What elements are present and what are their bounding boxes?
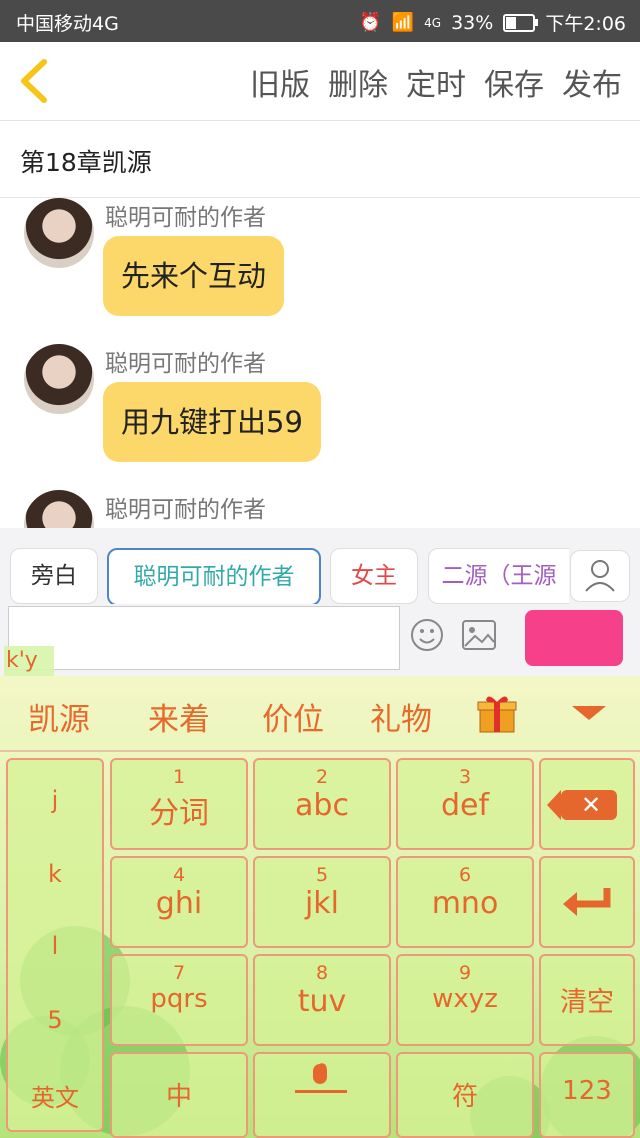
chapter-title: 第18章凯源 [20,148,152,177]
role-heroine[interactable]: 女主 [330,548,418,604]
battery-icon [503,13,539,32]
status-bar: 中国移动4G ⏰ 📶 4G 33% 下午2:06 [0,0,640,42]
message-sender: 聪明可耐的作者 [105,351,266,377]
symbol-key[interactable]: 符 [396,1052,534,1138]
key-label: 分词 [149,796,209,831]
backspace-icon: ✕ [547,790,617,820]
key-label: 123 [562,1076,612,1106]
status-right: ⏰ 📶 4G 33% 下午2:06 [359,9,626,36]
enter-key[interactable] [539,856,635,948]
publish-button[interactable]: 发布 [562,60,622,104]
role-narrator[interactable]: 旁白 [10,548,98,604]
key-5[interactable]: 5 jkl [253,856,391,948]
wifi-icon: 📶 [391,12,415,33]
key-number: 1 [172,766,186,788]
send-button[interactable] [525,610,623,666]
key-number: 7 [172,962,186,984]
chat-area: 聪明可耐的作者 先来个互动 聪明可耐的作者 用九键打出59 聪明可耐的作者 [0,198,640,528]
alarm-icon: ⏰ [359,12,382,33]
message-sender: 聪明可耐的作者 [105,205,266,231]
pinyin-composition: k'y [4,646,54,676]
message-bubble[interactable]: 先来个互动 [103,236,285,316]
backspace-symbol: ✕ [581,791,602,819]
network-label: 4G [424,15,442,30]
image-icon[interactable] [462,620,496,650]
side-candidates: j k l 5 英文 [6,758,104,1132]
key-label: jkl [304,886,340,921]
candidate[interactable]: 凯源 [28,694,90,739]
key-number: 2 [315,766,329,788]
candidate[interactable]: 礼物 [370,694,432,739]
carrier-label: 中国移动4G [16,13,119,35]
input-row [0,604,640,676]
side-letter[interactable]: k [8,860,102,888]
key-label: mno [431,886,499,921]
key-label: ghi [155,886,203,921]
role-selector: 旁白 聪明可耐的作者 女主 二源（王源 [0,528,640,606]
key-label: abc [295,788,349,823]
message-input[interactable] [8,606,400,670]
battery-percent: 33% [451,11,494,34]
candidate-bar: 凯源 来着 价位 礼物 [0,676,640,752]
english-key[interactable]: 英文 [8,1078,102,1113]
key-4[interactable]: 4 ghi [110,856,248,948]
mic-underline [295,1090,347,1093]
old-version-button[interactable]: 旧版 [250,60,310,104]
toolbar-actions: 旧版 删除 定时 保存 发布 [250,60,622,104]
side-letter[interactable]: j [8,786,102,814]
avatar[interactable] [24,344,94,414]
key-label: pqrs [150,984,208,1014]
message-sender: 聪明可耐的作者 [105,497,266,523]
user-icon[interactable] [570,550,630,602]
key-2[interactable]: 2 abc [253,758,391,850]
chevron-down-icon[interactable] [572,706,606,720]
ime-keyboard: 凯源 来着 价位 礼物 j k l 5 英文 1 分词 2 abc 3 def … [0,676,640,1138]
key-7[interactable]: 7 pqrs [110,954,248,1046]
key-number: 8 [315,962,329,984]
key-label: tuv [297,984,347,1019]
key-label: wxyz [432,984,498,1014]
save-button[interactable]: 保存 [484,60,544,104]
key-number: 5 [315,864,329,886]
candidate[interactable]: 来着 [148,694,210,739]
avatar[interactable] [24,198,94,268]
key-number: 4 [172,864,186,886]
chapter-title-row[interactable]: 第18章凯源 [0,121,640,198]
emoji-icon[interactable] [410,618,444,652]
key-number: 9 [458,962,472,984]
side-letter[interactable]: l [8,932,102,960]
side-letter[interactable]: 5 [8,1006,102,1034]
key-label: 符 [451,1082,478,1112]
number-key[interactable]: 123 [539,1052,635,1138]
message-bubble[interactable]: 用九键打出59 [103,382,321,462]
key-label: 中 [165,1082,192,1112]
role-wangyuan[interactable]: 二源（王源 [428,548,569,604]
key-number: 6 [458,864,472,886]
backspace-key[interactable]: ✕ [539,758,635,850]
role-author[interactable]: 聪明可耐的作者 [107,548,321,606]
schedule-button[interactable]: 定时 [406,60,466,104]
delete-button[interactable]: 删除 [328,60,388,104]
key-number: 3 [458,766,472,788]
battery-fill [506,16,516,29]
clock: 下午2:06 [545,13,626,35]
key-6[interactable]: 6 mno [396,856,534,948]
key-label: 清空 [560,987,614,1018]
gift-icon[interactable] [476,692,518,734]
key-9[interactable]: 9 wxyz [396,954,534,1046]
key-1[interactable]: 1 分词 [110,758,248,850]
enter-icon [563,888,611,916]
clear-key[interactable]: 清空 [539,954,635,1046]
chinese-key[interactable]: 中 [110,1052,248,1138]
avatar[interactable] [24,490,94,528]
candidate[interactable]: 价位 [262,694,324,739]
key-label: def [440,788,490,823]
mic-icon [313,1064,327,1084]
back-arrow-icon[interactable] [14,56,58,106]
key-3[interactable]: 3 def [396,758,534,850]
editor-toolbar: 旧版 删除 定时 保存 发布 [0,42,640,121]
key-8[interactable]: 8 tuv [253,954,391,1046]
